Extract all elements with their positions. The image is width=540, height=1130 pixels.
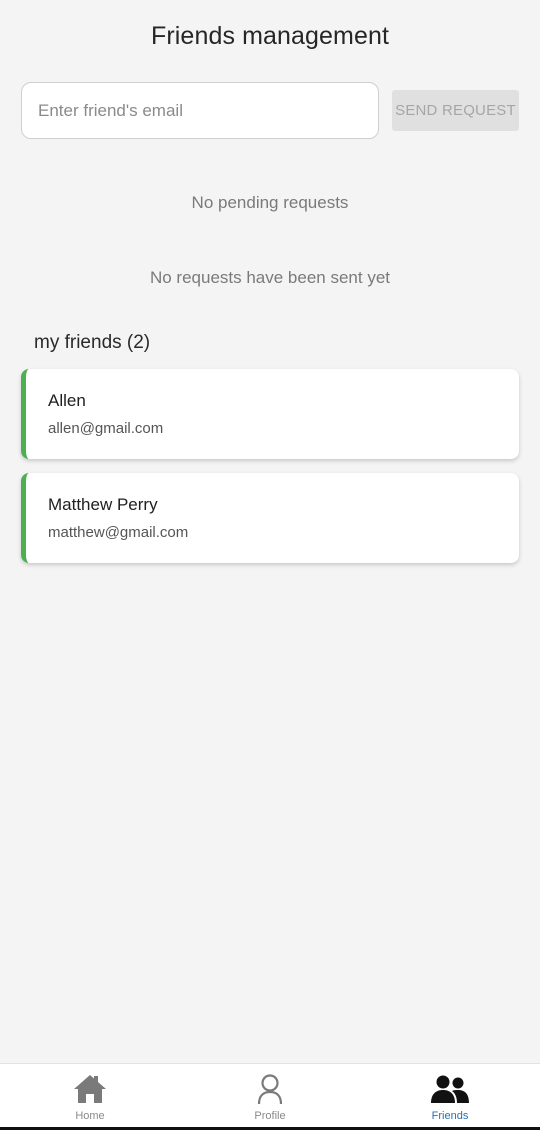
pending-requests-empty-text: No pending requests	[191, 193, 349, 212]
nav-item-friends[interactable]: Friends	[360, 1064, 540, 1128]
nav-label-home: Home	[75, 1110, 105, 1122]
friend-email-input[interactable]	[21, 82, 379, 139]
friend-request-form: SEND REQUEST	[21, 82, 519, 139]
nav-label-friends: Friends	[431, 1110, 469, 1122]
friend-name: Allen	[48, 391, 86, 410]
nav-item-profile[interactable]: Profile	[180, 1064, 360, 1128]
users-icon	[431, 1075, 469, 1103]
friend-card-allen[interactable]: Allen allen@gmail.com	[21, 369, 519, 459]
friend-email: allen@gmail.com	[48, 420, 164, 437]
nav-item-home[interactable]: Home	[0, 1064, 180, 1128]
friend-email: matthew@gmail.com	[48, 524, 189, 541]
home-icon	[74, 1075, 106, 1103]
sent-requests-empty-text: No requests have been sent yet	[149, 268, 391, 287]
friend-name: Matthew Perry	[48, 495, 158, 514]
page-title: Friends management	[150, 22, 390, 50]
send-request-button[interactable]: SEND REQUEST	[392, 90, 519, 131]
friend-card-matthew-perry[interactable]: Matthew Perry matthew@gmail.com	[21, 473, 519, 563]
person-icon	[257, 1074, 283, 1105]
nav-label-profile: Profile	[254, 1110, 286, 1122]
friends-list-heading: my friends (2)	[34, 332, 151, 353]
bottom-navigation: Home Profile Friends	[0, 1063, 540, 1128]
